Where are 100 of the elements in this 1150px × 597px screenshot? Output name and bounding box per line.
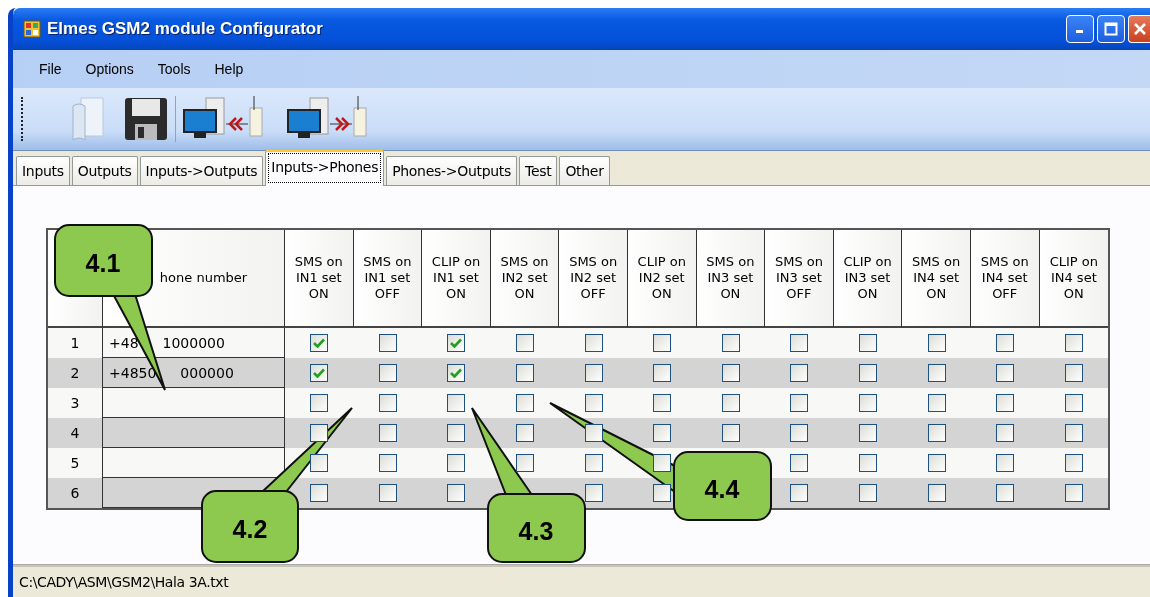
- checkbox[interactable]: [927, 364, 946, 382]
- checkbox[interactable]: [927, 484, 946, 502]
- checkbox[interactable]: [653, 394, 672, 412]
- checkbox[interactable]: [927, 424, 946, 442]
- checkbox[interactable]: [584, 334, 603, 352]
- menu-item[interactable]: Tools: [147, 58, 201, 80]
- checkbox[interactable]: [721, 334, 740, 352]
- checkbox[interactable]: [516, 364, 535, 382]
- tab[interactable]: Inputs->Outputs: [139, 156, 264, 185]
- checkbox[interactable]: [584, 394, 603, 412]
- column-header: SMS on IN2 set ON: [499, 254, 550, 302]
- checkbox[interactable]: [447, 334, 466, 352]
- file-path: C:\CADY\ASM\GSM2\Hala 3A.txt: [19, 574, 229, 590]
- save-icon[interactable]: [123, 96, 169, 142]
- checkbox[interactable]: [859, 364, 878, 382]
- checkbox[interactable]: [996, 454, 1015, 472]
- checkbox[interactable]: [447, 454, 466, 472]
- checkbox[interactable]: [859, 424, 878, 442]
- checkbox[interactable]: [721, 364, 740, 382]
- callout-number: 4.2: [232, 515, 268, 543]
- tab[interactable]: Phones->Outputs: [386, 156, 517, 185]
- checkbox[interactable]: [310, 454, 329, 472]
- checkbox[interactable]: [310, 364, 329, 382]
- checkbox[interactable]: [1064, 484, 1083, 502]
- checkbox[interactable]: [653, 364, 672, 382]
- checkbox[interactable]: [447, 424, 466, 442]
- tab[interactable]: Inputs: [16, 156, 70, 185]
- checkbox[interactable]: [790, 484, 809, 502]
- checkbox[interactable]: [378, 424, 397, 442]
- checkbox[interactable]: [859, 484, 878, 502]
- phone-cell[interactable]: +4850 000000: [103, 358, 285, 388]
- checkbox[interactable]: [996, 394, 1015, 412]
- menu-item[interactable]: File: [29, 58, 72, 80]
- checkbox[interactable]: [584, 454, 603, 472]
- checkbox[interactable]: [378, 394, 397, 412]
- menu-item[interactable]: Options: [75, 58, 144, 80]
- checkbox[interactable]: [516, 334, 535, 352]
- app-icon: [23, 20, 41, 38]
- column-header: CLIP on IN1 set ON: [430, 254, 482, 302]
- checkbox[interactable]: [584, 424, 603, 442]
- checkbox[interactable]: [584, 484, 603, 502]
- menu-item[interactable]: Help: [204, 58, 254, 80]
- checkbox[interactable]: [790, 334, 809, 352]
- checkbox[interactable]: [378, 364, 397, 382]
- checkbox[interactable]: [996, 424, 1015, 442]
- checkbox[interactable]: [447, 394, 466, 412]
- checkbox[interactable]: [721, 394, 740, 412]
- tab[interactable]: Test: [519, 156, 558, 185]
- checkbox[interactable]: [310, 334, 329, 352]
- checkbox[interactable]: [378, 484, 397, 502]
- checkbox[interactable]: [996, 334, 1015, 352]
- column-header: CLIP on IN2 set ON: [636, 254, 687, 302]
- column-header: SMS on IN3 set OFF: [773, 254, 824, 302]
- phone-number-part: 1000000: [162, 334, 225, 351]
- checkbox[interactable]: [516, 394, 535, 412]
- checkbox[interactable]: [790, 364, 809, 382]
- checkbox[interactable]: [996, 364, 1015, 382]
- tab[interactable]: Outputs: [71, 156, 138, 185]
- checkbox[interactable]: [927, 394, 946, 412]
- phone-cell[interactable]: [103, 418, 285, 448]
- checkbox[interactable]: [859, 394, 878, 412]
- checkbox[interactable]: [310, 424, 329, 442]
- column-header: SMS on IN2 set OFF: [568, 254, 619, 302]
- close-button[interactable]: [1128, 15, 1150, 43]
- tab[interactable]: Inputs->Phones: [265, 150, 385, 186]
- checkbox[interactable]: [516, 454, 535, 472]
- checkbox[interactable]: [1064, 394, 1083, 412]
- callout-number: 4.1: [85, 249, 121, 277]
- checkbox[interactable]: [1064, 364, 1083, 382]
- checkbox[interactable]: [927, 454, 946, 472]
- checkbox[interactable]: [584, 364, 603, 382]
- maximize-button[interactable]: [1097, 15, 1125, 43]
- checkbox[interactable]: [790, 454, 809, 472]
- checkbox[interactable]: [1064, 424, 1083, 442]
- checkbox[interactable]: [653, 484, 672, 502]
- phone-number-part: +4850: [109, 364, 157, 381]
- checkbox[interactable]: [927, 334, 946, 352]
- checkbox[interactable]: [790, 424, 809, 442]
- checkbox[interactable]: [378, 334, 397, 352]
- tab[interactable]: Other: [559, 156, 610, 185]
- callout-number: 4.3: [518, 517, 554, 545]
- checkbox[interactable]: [653, 424, 672, 442]
- checkbox[interactable]: [516, 424, 535, 442]
- checkbox[interactable]: [1064, 334, 1083, 352]
- checkbox[interactable]: [859, 454, 878, 472]
- minimize-button[interactable]: [1066, 15, 1094, 43]
- row-number: 1: [70, 335, 80, 351]
- callout-number: 4.4: [704, 475, 740, 503]
- checkbox[interactable]: [653, 454, 672, 472]
- checkbox[interactable]: [447, 484, 466, 502]
- checkbox[interactable]: [378, 454, 397, 472]
- checkbox[interactable]: [790, 394, 809, 412]
- checkbox[interactable]: [996, 484, 1015, 502]
- checkbox[interactable]: [859, 334, 878, 352]
- checkbox[interactable]: [310, 394, 329, 412]
- checkbox[interactable]: [310, 484, 329, 502]
- checkbox[interactable]: [1064, 454, 1083, 472]
- checkbox[interactable]: [653, 334, 672, 352]
- checkbox[interactable]: [447, 364, 466, 382]
- checkbox[interactable]: [721, 424, 740, 442]
